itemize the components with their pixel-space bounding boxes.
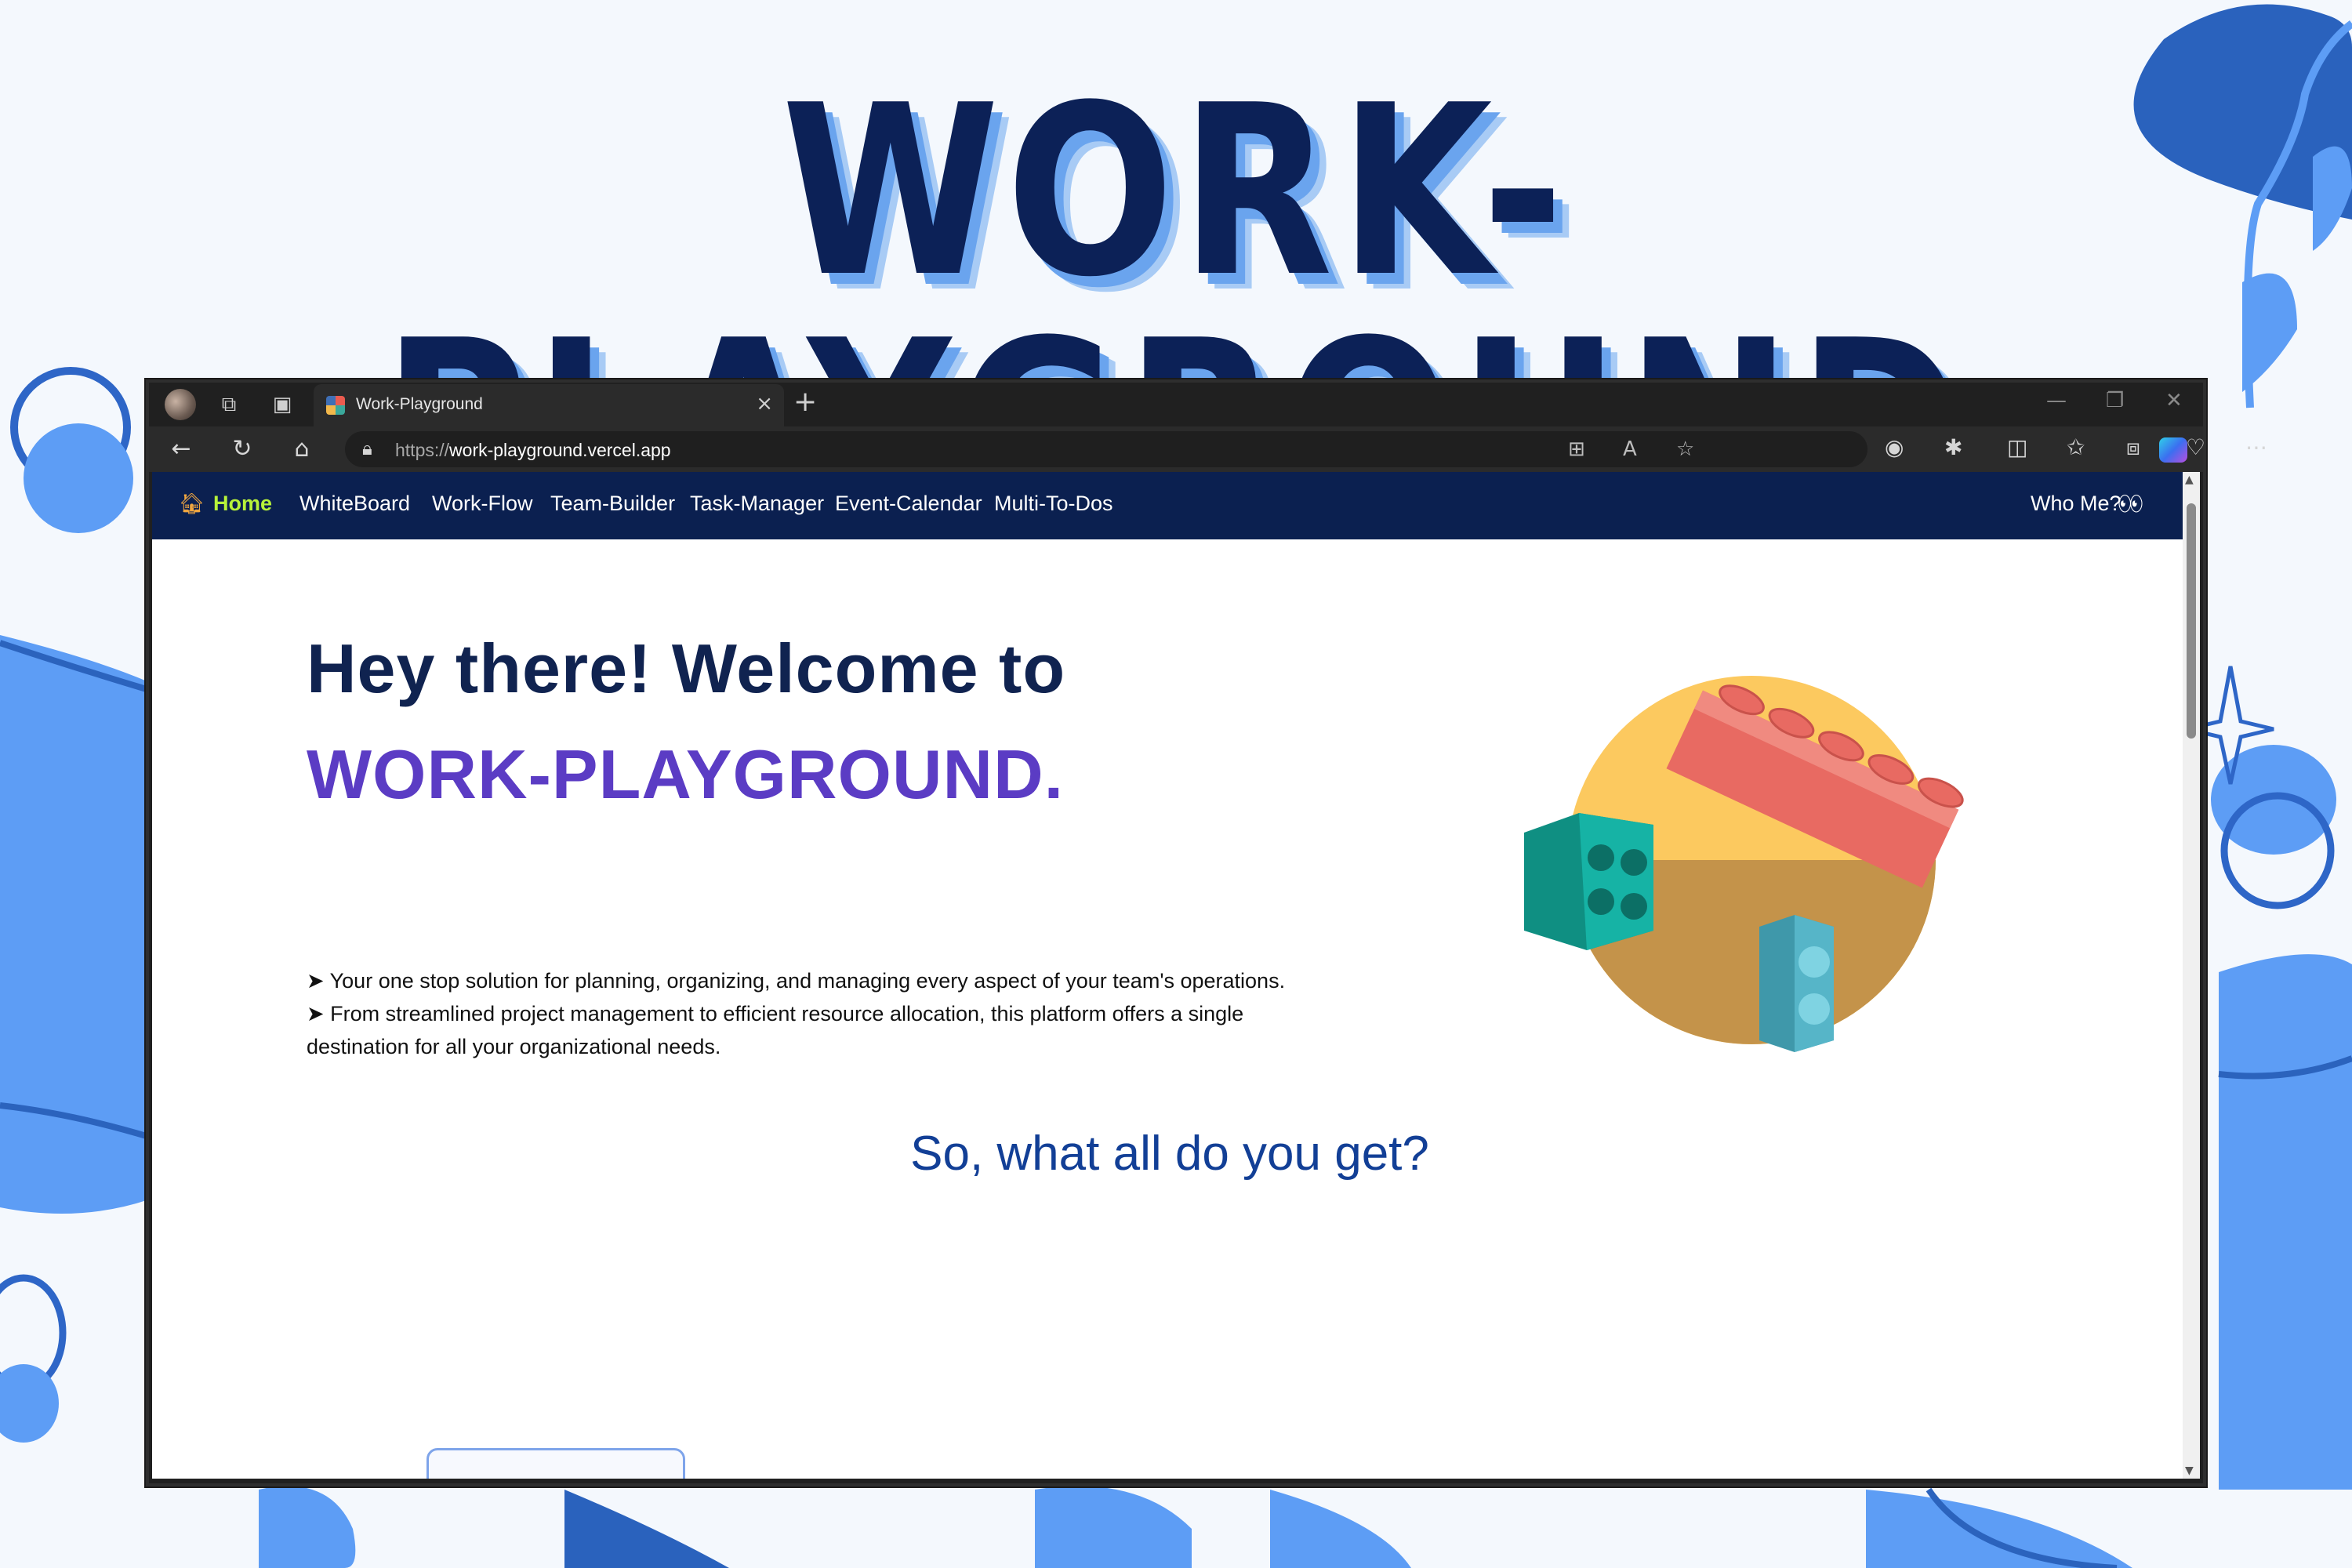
hero-description: ➤ Your one stop solution for planning, o… — [307, 964, 1341, 1063]
nav-task-manager[interactable]: Task-Manager — [690, 492, 824, 516]
new-tab-button[interactable]: + — [793, 386, 817, 418]
extensions-puzzle-icon[interactable]: ✱ — [1944, 434, 1962, 460]
browser-window: ⧉ ▣ Work-Playground × + — ❐ ✕ ← ↻ ⌂ 🔒︎ h… — [146, 379, 2267, 1486]
nav-multi-to-dos[interactable]: Multi-To-Dos — [994, 492, 1113, 516]
hero-bullet: ➤ Your one stop solution for planning, o… — [307, 969, 1286, 993]
nav-work-flow[interactable]: Work-Flow — [432, 492, 533, 516]
browser-essentials-icon[interactable]: ♡ — [2186, 434, 2205, 460]
workspaces-icon[interactable]: ⧉ — [215, 390, 243, 419]
page-viewport: 🏠︎ Home WhiteBoard Work-Flow Team-Builde… — [152, 472, 2187, 1479]
window-close-button[interactable]: ✕ — [2165, 389, 2183, 412]
eyes-icon: 👀︎ — [2117, 492, 2143, 516]
more-menu-icon[interactable]: ⋯ — [2245, 434, 2267, 460]
feature-card[interactable] — [426, 1448, 685, 1479]
read-aloud-icon[interactable]: A — [1623, 437, 1637, 461]
nav-home[interactable]: Home — [213, 492, 272, 516]
scroll-down-icon[interactable]: ▼ — [2185, 1465, 2194, 1477]
tab-favicon-icon — [326, 396, 345, 415]
refresh-icon[interactable]: ↻ — [227, 434, 257, 464]
house-icon: 🏠︎ — [179, 492, 205, 516]
copilot-icon[interactable] — [2159, 437, 2187, 463]
nav-whiteboard[interactable]: WhiteBoard — [299, 492, 410, 516]
restore-button[interactable]: ❐ — [2106, 389, 2124, 412]
nav-who-me[interactable]: Who Me? — [2031, 492, 2122, 516]
split-screen-icon[interactable]: ◫ — [2007, 434, 2027, 460]
nav-team-builder[interactable]: Team-Builder — [550, 492, 675, 516]
tab-title: Work-Playground — [356, 395, 483, 413]
scroll-up-icon[interactable]: ▲ — [2185, 474, 2194, 486]
profile-avatar[interactable] — [165, 389, 196, 420]
hero-heading: Hey there! Welcome to — [307, 630, 1066, 707]
page-scrollbar[interactable]: ▲ ▼ — [2183, 472, 2200, 1479]
arrow-left-icon[interactable]: ← — [166, 434, 196, 464]
minimize-button[interactable]: — — [2046, 389, 2067, 412]
tab-close-icon[interactable]: × — [756, 392, 773, 416]
app-available-icon[interactable]: ⊞ — [1568, 437, 1585, 461]
home-icon[interactable]: ⌂ — [287, 434, 317, 464]
hero-brand: WORK-PLAYGROUND. — [307, 735, 1065, 813]
address-bar-row: ← ↻ ⌂ 🔒︎ https://work-playground.vercel.… — [149, 426, 2267, 472]
vertical-tabs-icon[interactable]: ▣ — [268, 390, 296, 419]
lego-bricks-illustration — [1524, 676, 1964, 1052]
tab-bar: ⧉ ▣ Work-Playground × + — ❐ ✕ — [149, 383, 2203, 426]
features-heading: So, what all do you get? — [910, 1127, 1429, 1181]
hero-bullet: ➤ From streamlined project management to… — [307, 1002, 1244, 1058]
active-tab[interactable]: Work-Playground × — [314, 384, 784, 426]
url-field[interactable]: 🔒︎ https://work-playground.vercel.app ⊞ … — [345, 431, 1867, 467]
nav-event-calendar[interactable]: Event-Calendar — [835, 492, 982, 516]
favorite-star-icon[interactable]: ☆ — [1676, 437, 1694, 461]
url-text: https://work-playground.vercel.app — [395, 440, 671, 460]
site-navbar: 🏠︎ Home WhiteBoard Work-Flow Team-Builde… — [152, 472, 2187, 539]
collections-icon[interactable]: ⧈ — [2126, 434, 2140, 461]
extension-icon[interactable]: ◉ — [1885, 434, 1904, 460]
lock-icon[interactable]: 🔒︎ — [362, 437, 372, 459]
scroll-thumb[interactable] — [2187, 503, 2196, 739]
favorites-icon[interactable]: ✩ — [2067, 434, 2085, 460]
